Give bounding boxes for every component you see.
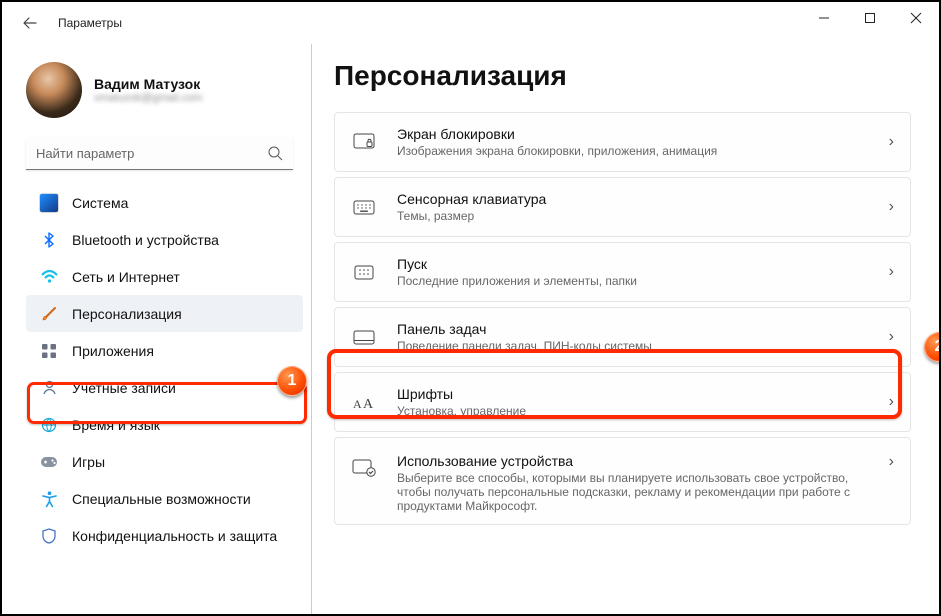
arrow-left-icon [23, 16, 37, 30]
shield-icon [40, 527, 58, 545]
card-subtitle: Установка, управление [397, 404, 881, 418]
chevron-right-icon: › [889, 263, 894, 281]
card-subtitle: Выберите все способы, которыми вы планир… [397, 471, 881, 513]
sidebar-item-privacy[interactable]: Конфиденциальность и защита [26, 517, 303, 554]
nav-label: Система [72, 195, 128, 211]
sidebar-item-time[interactable]: Время и язык [26, 406, 303, 443]
chevron-right-icon: › [889, 198, 894, 216]
main-pane: Персонализация Экран блокировки Изображе… [312, 44, 939, 614]
account-block[interactable]: Вадим Матузок vmatuzok@gmail.com [26, 62, 303, 118]
chevron-right-icon: › [889, 453, 894, 471]
nav-label: Специальные возможности [72, 491, 251, 507]
annotation-badge-1: 1 [277, 366, 307, 396]
card-title: Пуск [397, 256, 881, 272]
card-title: Использование устройства [397, 453, 881, 469]
account-email: vmatuzok@gmail.com [94, 92, 202, 104]
search-input[interactable] [26, 138, 293, 170]
card-touch-keyboard[interactable]: Сенсорная клавиатура Темы, размер › [334, 177, 911, 237]
card-title: Шрифты [397, 386, 881, 402]
titlebar: Параметры [2, 2, 939, 44]
nav-label: Конфиденциальность и защита [72, 528, 277, 544]
nav-label: Приложения [72, 343, 154, 359]
card-taskbar[interactable]: Панель задач Поведение панели задач, ПИН… [334, 307, 911, 367]
card-title: Сенсорная клавиатура [397, 191, 881, 207]
card-fonts[interactable]: AA Шрифты Установка, управление › [334, 372, 911, 432]
keyboard-icon [351, 200, 377, 215]
chevron-right-icon: › [889, 393, 894, 411]
nav-label: Bluetooth и устройства [72, 232, 219, 248]
chevron-right-icon: › [889, 133, 894, 151]
page-title: Персонализация [334, 60, 911, 92]
sidebar-item-network[interactable]: Сеть и Интернет [26, 258, 303, 295]
card-subtitle: Изображения экрана блокировки, приложени… [397, 144, 881, 158]
sidebar-item-games[interactable]: Игры [26, 443, 303, 480]
card-start[interactable]: Пуск Последние приложения и элементы, па… [334, 242, 911, 302]
card-subtitle: Поведение панели задач, ПИН-коды системы [397, 339, 881, 353]
taskbar-icon [351, 330, 377, 345]
annotation-badge-2: 2 [924, 332, 939, 362]
maximize-button[interactable] [847, 2, 893, 34]
person-icon [40, 379, 58, 397]
lock-screen-icon [351, 133, 377, 151]
sidebar-item-bluetooth[interactable]: Bluetooth и устройства [26, 221, 303, 258]
sidebar: Вадим Матузок vmatuzok@gmail.com Система… [2, 44, 312, 614]
nav-list: Система Bluetooth и устройства Сеть и Ин… [26, 184, 303, 614]
display-icon [40, 194, 58, 212]
sidebar-item-accessibility[interactable]: Специальные возможности [26, 480, 303, 517]
svg-text:A: A [353, 397, 362, 411]
sidebar-item-apps[interactable]: Приложения [26, 332, 303, 369]
globe-clock-icon [40, 416, 58, 434]
account-name: Вадим Матузок [94, 76, 202, 92]
card-subtitle: Последние приложения и элементы, папки [397, 274, 881, 288]
gamepad-icon [40, 453, 58, 471]
accessibility-icon [40, 490, 58, 508]
search-icon [268, 146, 283, 166]
card-subtitle: Темы, размер [397, 209, 881, 223]
nav-label: Игры [72, 454, 105, 470]
wifi-icon [40, 268, 58, 286]
card-lock-screen[interactable]: Экран блокировки Изображения экрана блок… [334, 112, 911, 172]
sidebar-item-personalization[interactable]: Персонализация [26, 295, 303, 332]
window-controls [801, 2, 939, 34]
fonts-icon: AA [351, 394, 377, 410]
nav-label: Учетные записи [72, 380, 176, 396]
apps-icon [40, 342, 58, 360]
sidebar-item-system[interactable]: Система [26, 184, 303, 221]
svg-text:A: A [363, 397, 374, 412]
device-usage-icon [351, 459, 377, 477]
nav-label: Сеть и Интернет [72, 269, 180, 285]
nav-label: Персонализация [72, 306, 182, 322]
card-device-usage[interactable]: Использование устройства Выберите все сп… [334, 437, 911, 525]
close-button[interactable] [893, 2, 939, 34]
card-title: Панель задач [397, 321, 881, 337]
card-title: Экран блокировки [397, 126, 881, 142]
bluetooth-icon [40, 231, 58, 249]
chevron-right-icon: › [889, 328, 894, 346]
search-box[interactable] [26, 138, 293, 170]
brush-icon [40, 305, 58, 323]
avatar [26, 62, 82, 118]
start-icon [351, 265, 377, 280]
nav-label: Время и язык [72, 417, 160, 433]
back-button[interactable] [12, 5, 48, 41]
sidebar-item-accounts[interactable]: Учетные записи [26, 369, 303, 406]
minimize-button[interactable] [801, 2, 847, 34]
app-title: Параметры [58, 16, 122, 30]
